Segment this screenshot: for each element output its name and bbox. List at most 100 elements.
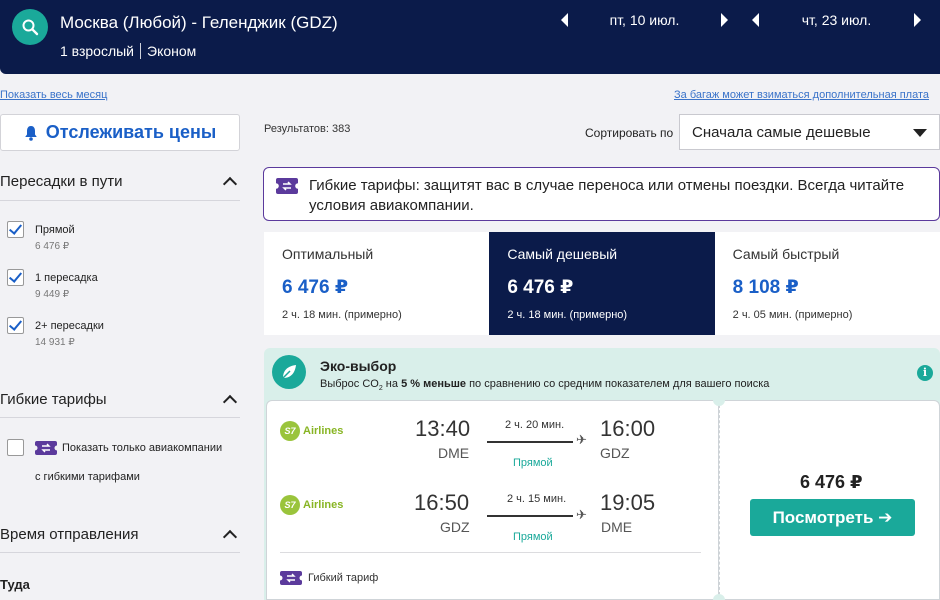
chevron-up-icon[interactable] xyxy=(222,394,238,410)
leaf-icon xyxy=(272,355,306,389)
stops-one-checkbox[interactable] xyxy=(7,269,24,286)
airline-logo: S7 Airlines xyxy=(280,495,343,515)
stops-info: Прямой xyxy=(513,531,553,543)
view-button[interactable]: Посмотреть ➔ xyxy=(750,499,915,536)
stops-filter-title[interactable]: Пересадки в пути xyxy=(0,173,123,190)
stops-direct-checkbox[interactable] xyxy=(7,221,24,238)
track-prices-label: Отслеживать цены xyxy=(45,122,217,142)
track-prices-button[interactable]: Отслеживать цены xyxy=(0,114,240,151)
caret-down-icon xyxy=(913,129,927,137)
tab-price: 8 108 ₽ xyxy=(732,277,799,298)
prev-date-icon[interactable] xyxy=(752,13,759,27)
departure-airport: DME xyxy=(438,445,470,461)
arrival-time: 16:00 xyxy=(600,416,656,441)
departure-time-title[interactable]: Время отправления xyxy=(0,526,139,543)
eco-description: Выброс CO2 на 5 % меньше по сравнению со… xyxy=(320,378,770,393)
next-date-icon[interactable] xyxy=(721,13,728,27)
departure-airport: GDZ xyxy=(440,519,470,535)
tab-name: Самый быстрый xyxy=(732,246,840,262)
flex-tariff-label: Гибкий тариф xyxy=(308,572,379,584)
departure-time: 16:50 xyxy=(414,490,470,515)
flexible-ticket-icon xyxy=(280,571,302,585)
next-date-icon[interactable] xyxy=(914,13,921,27)
divider xyxy=(0,417,240,418)
airline-name: Airlines xyxy=(303,499,344,511)
outbound-subtitle: Туда xyxy=(0,577,30,592)
stops-option-label[interactable]: 2+ пересадки xyxy=(35,320,104,332)
tab-duration: 2 ч. 05 мин. (примерно) xyxy=(732,309,853,321)
stops-option-price: 6 476 ₽ xyxy=(35,241,70,252)
flex-tariff-tag: Гибкий тариф xyxy=(280,571,378,585)
stops-option-price: 9 449 ₽ xyxy=(35,289,70,300)
tab-price: 6 476 ₽ xyxy=(507,277,574,298)
chevron-up-icon[interactable] xyxy=(222,176,238,192)
cabin-class: Эконом xyxy=(147,43,197,59)
flex-filter-title[interactable]: Гибкие тарифы xyxy=(0,391,107,408)
return-date[interactable]: чт, 23 июл. xyxy=(759,12,914,28)
plane-icon: ✈ xyxy=(576,507,587,522)
tab-optimal[interactable]: Оптимальный 6 476 ₽ 2 ч. 18 мин. (пример… xyxy=(264,232,489,335)
flex-only-label-line2[interactable]: с гибкими тарифами xyxy=(35,471,140,483)
tab-name: Самый дешевый xyxy=(507,246,618,262)
tab-duration: 2 ч. 18 мин. (примерно) xyxy=(507,309,628,321)
prev-date-icon[interactable] xyxy=(561,13,568,27)
ticket-price: 6 476 ₽ xyxy=(800,472,863,492)
stops-two-plus-checkbox[interactable] xyxy=(7,317,24,334)
arrival-airport: DME xyxy=(601,519,633,535)
flex-tariff-banner: Гибкие тарифы: защитят вас в случае пере… xyxy=(263,167,940,221)
baggage-fee-link[interactable]: За багаж может взиматься дополнительная … xyxy=(674,89,929,101)
flexible-ticket-icon xyxy=(276,178,298,194)
divider xyxy=(0,200,240,201)
airline-name: Airlines xyxy=(303,425,344,437)
ticket-notch xyxy=(713,394,725,406)
flex-only-label: Показать только авиакомпании xyxy=(62,442,223,454)
ticket-notch xyxy=(713,594,725,600)
sort-select[interactable]: Сначала самые дешевые xyxy=(679,114,940,150)
divider xyxy=(140,43,141,59)
stops-option-label[interactable]: Прямой xyxy=(35,224,75,236)
stops-option-label[interactable]: 1 пересадка xyxy=(35,272,98,284)
tab-cheapest[interactable]: Самый дешевый 6 476 ₽ 2 ч. 18 мин. (прим… xyxy=(489,232,715,335)
s7-logo-icon: S7 xyxy=(280,495,300,515)
flex-only-checkbox[interactable] xyxy=(7,439,24,456)
return-date-nav: чт, 23 июл. xyxy=(752,12,921,28)
search-icon xyxy=(22,19,39,36)
airline-logo: S7 Airlines xyxy=(280,421,343,441)
tab-duration: 2 ч. 18 мин. (примерно) xyxy=(282,309,402,321)
departure-time: 13:40 xyxy=(415,416,471,441)
route-line xyxy=(487,441,573,443)
route-line xyxy=(487,515,573,517)
search-button[interactable] xyxy=(12,9,48,45)
eco-title: Эко-выбор xyxy=(320,358,397,374)
divider xyxy=(280,552,701,553)
sort-value: Сначала самые дешевые xyxy=(692,123,871,141)
arrival-time: 19:05 xyxy=(600,490,656,515)
plane-icon: ✈ xyxy=(576,432,587,447)
route-title[interactable]: Москва (Любой) - Геленджик (GDZ) xyxy=(60,13,338,33)
segment-duration: 2 ч. 15 мин. xyxy=(507,493,567,505)
stops-option-price: 14 931 ₽ xyxy=(35,337,75,348)
arrival-airport: GDZ xyxy=(600,445,630,461)
tab-price: 6 476 ₽ xyxy=(282,277,349,298)
sort-label: Сортировать по xyxy=(585,126,674,140)
info-icon[interactable]: i xyxy=(917,365,933,381)
outbound-date[interactable]: пт, 10 июл. xyxy=(568,12,721,28)
show-month-link[interactable]: Показать весь месяц xyxy=(0,89,107,101)
outbound-date-nav: пт, 10 июл. xyxy=(561,12,728,28)
divider xyxy=(0,552,240,553)
tab-name: Оптимальный xyxy=(282,246,374,262)
sort-tabs: Оптимальный 6 476 ₽ 2 ч. 18 мин. (пример… xyxy=(264,232,940,335)
chevron-up-icon[interactable] xyxy=(222,529,238,545)
bell-icon xyxy=(24,125,37,141)
segment-duration: 2 ч. 20 мин. xyxy=(505,419,565,431)
search-header: Москва (Любой) - Геленджик (GDZ) 1 взрос… xyxy=(0,0,940,74)
tab-fastest[interactable]: Самый быстрый 8 108 ₽ 2 ч. 05 мин. (прим… xyxy=(715,232,940,335)
passenger-summary[interactable]: 1 взрослый Эконом xyxy=(60,43,196,59)
flexible-ticket-icon xyxy=(35,441,57,455)
s7-logo-icon: S7 xyxy=(280,421,300,441)
flex-banner-text: Гибкие тарифы: защитят вас в случае пере… xyxy=(309,177,905,214)
passenger-count: 1 взрослый xyxy=(60,43,134,59)
flex-only-option[interactable]: Показать только авиакомпании xyxy=(35,441,222,455)
stops-info: Прямой xyxy=(513,457,553,469)
results-count: Результатов: 383 xyxy=(264,123,351,135)
